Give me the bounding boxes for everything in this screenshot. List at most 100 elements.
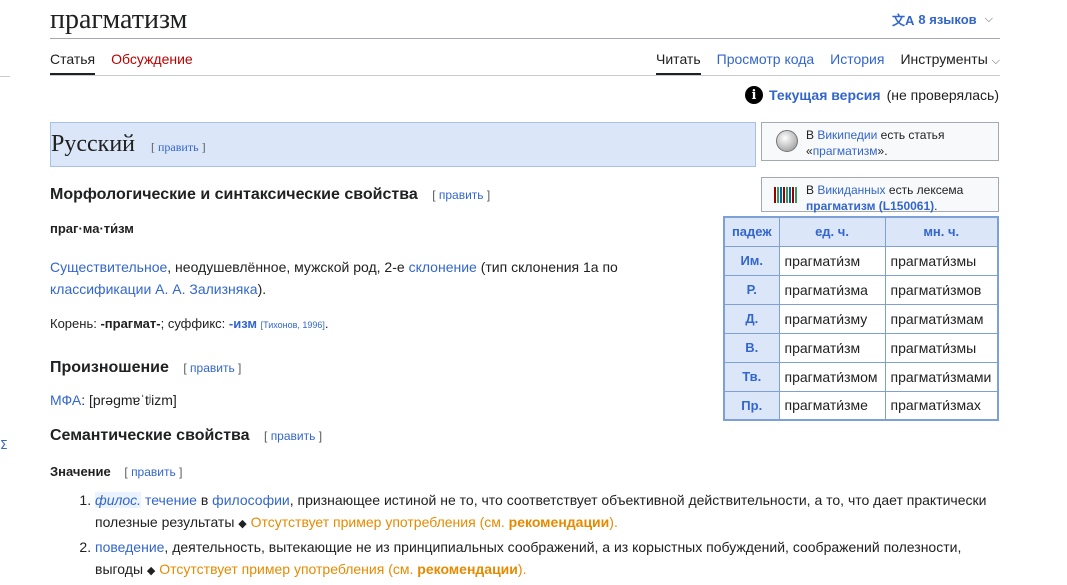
edit-link[interactable]: править — [439, 188, 484, 202]
wikipedia-box: В Википедии есть статья «прагматизм». — [761, 122, 999, 161]
version-note: (не проверялась) — [886, 87, 999, 103]
tabs-divider — [50, 75, 1000, 76]
pos-text2: (тип склонения 1a по — [476, 259, 618, 275]
singular-form: прагмати́зму — [778, 303, 886, 334]
declension-link[interactable]: склонение — [409, 259, 477, 275]
edit-link[interactable]: править — [271, 429, 316, 443]
edit-pronunciation: [ править ] — [183, 361, 242, 375]
language-section-header: Русский [ править ] — [50, 122, 756, 167]
case-label[interactable]: Им. — [723, 245, 780, 276]
missing-example-end: ). — [609, 514, 618, 530]
pos-text1: , неодушевлённое, мужской род, 2-е — [167, 259, 409, 275]
plural-form: прагмати́змам — [884, 303, 999, 334]
wikipedia-globe-icon — [776, 130, 798, 152]
table-row: Пр. прагмати́зме прагмати́змах — [723, 390, 999, 421]
singular-form: прагмати́зме — [778, 390, 886, 421]
plural-form: прагмати́змов — [884, 274, 999, 305]
chevron-down-icon: ⌵ — [984, 13, 993, 25]
edit-link[interactable]: править — [131, 465, 176, 479]
recommendations-link[interactable]: рекомендации — [417, 561, 518, 577]
missing-example-text: Отсутствует пример употребления (см. — [250, 514, 509, 530]
semantics-heading-text: Семантические свойства — [50, 427, 250, 444]
table-row: Им. прагмати́зм прагмати́змы — [723, 245, 999, 276]
root-label: Корень: — [50, 316, 101, 331]
plural-form: прагмати́змами — [884, 361, 999, 392]
meaning-heading: Значение [ править ] — [50, 464, 182, 479]
sidebar-toggle-icon[interactable]: ⵉ — [0, 438, 8, 452]
case-label[interactable]: Пр. — [723, 390, 780, 421]
singular-form: прагмати́змом — [778, 361, 886, 392]
wikidata-link[interactable]: Викиданных — [817, 183, 885, 197]
field-label-link[interactable]: филос. — [95, 492, 142, 508]
ipa-link[interactable]: МФА — [50, 392, 81, 408]
tab-article[interactable]: Статья — [50, 51, 96, 75]
diamond-icon: ◆ — [238, 518, 247, 530]
root-value: -прагмат- — [100, 316, 161, 331]
list-item: филос. течение в философии, признающее и… — [95, 489, 995, 535]
language-title: Русский — [51, 131, 135, 157]
zaliznyak-link[interactable]: классификации А. А. Зализняка — [50, 281, 258, 297]
case-label[interactable]: Тв. — [723, 361, 780, 392]
tab-read[interactable]: Читать — [656, 51, 701, 75]
definition-link[interactable]: поведение — [95, 539, 164, 555]
languages-label: 8 языков — [918, 12, 977, 27]
root-end: . — [324, 316, 329, 331]
tab-discussion[interactable]: Обсуждение — [111, 51, 193, 75]
definition-link[interactable]: течение — [145, 492, 197, 508]
wikidata-barcode-icon — [774, 187, 798, 203]
list-item: поведение, деятельность, вытекающие не и… — [95, 536, 995, 582]
tab-tools[interactable]: Инструменты ⌵ — [900, 51, 1000, 75]
noun-link[interactable]: Существительное — [50, 259, 167, 275]
wd-suffix: . — [934, 199, 938, 213]
info-icon: i — [744, 86, 763, 104]
morphology-heading: Морфологические и синтаксические свойств… — [50, 186, 490, 204]
wikipedia-link[interactable]: Википедии — [817, 128, 877, 142]
edit-language-section: [ править ] — [151, 140, 206, 154]
singular-form: прагмати́зм — [778, 332, 886, 363]
header-case[interactable]: падеж — [723, 216, 780, 247]
edit-semantics: [ править ] — [264, 429, 323, 443]
wp-suffix: ». — [877, 144, 888, 158]
view-tabs: Читать Просмотр кода История Инструменты… — [640, 51, 1000, 75]
tab-history[interactable]: История — [830, 51, 884, 75]
suffix-label: ; суффикс: — [160, 316, 229, 331]
pronunciation-heading-text: Произношение — [50, 359, 169, 376]
tools-label: Инструменты — [900, 51, 988, 67]
singular-form: прагмати́зма — [778, 274, 886, 305]
declension-table: падеж ед. ч. мн. ч. Им. прагмати́зм праг… — [723, 216, 999, 421]
case-label[interactable]: Р. — [723, 274, 780, 305]
edit-link[interactable]: править — [158, 140, 199, 154]
wd-prefix: В — [806, 183, 818, 197]
language-title-wrap: Русский [ править ] — [51, 131, 206, 158]
meanings-list: филос. течение в философии, признающее и… — [95, 489, 995, 583]
header-plural[interactable]: мн. ч. — [884, 216, 999, 247]
title-divider — [50, 38, 1000, 39]
pos-text3: ). — [257, 281, 267, 297]
recommendations-link[interactable]: рекомендации — [509, 514, 610, 530]
semantics-heading: Семантические свойства [ править ] — [50, 427, 322, 445]
pronunciation-heading: Произношение [ править ] — [50, 359, 241, 377]
header-singular[interactable]: ед. ч. — [778, 216, 886, 247]
chevron-down-icon: ⌵ — [991, 55, 1000, 67]
missing-example-end: ). — [517, 561, 527, 577]
morphemes: Корень: -прагмат-; суффикс: -изм [Тихоно… — [50, 316, 329, 331]
case-label[interactable]: В. — [723, 332, 780, 363]
source-link[interactable]: [Тихонов, 1996] — [261, 320, 325, 330]
edit-link[interactable]: править — [190, 361, 235, 375]
edit-morphology: [ править ] — [432, 188, 491, 202]
meaning-heading-text: Значение — [50, 464, 111, 479]
philosophy-link[interactable]: философии — [212, 492, 290, 508]
case-label[interactable]: Д. — [723, 303, 780, 334]
wikipedia-article-link[interactable]: прагматизм — [813, 144, 878, 158]
diamond-icon: ◆ — [146, 565, 156, 577]
ipa-text: : [prəɡmɐˈtʲizm] — [81, 392, 177, 408]
suffix-link[interactable]: -изм — [229, 316, 257, 331]
wikidata-box: В Викиданных есть лексема прагматизм (L1… — [761, 177, 999, 213]
plural-form: прагмати́змах — [884, 390, 999, 421]
wikidata-lexeme-link[interactable]: прагматизм (L150061) — [806, 199, 934, 213]
languages-button[interactable]: 文A 8 языков ⌵ — [892, 10, 993, 29]
current-version-link[interactable]: Текущая версия — [769, 87, 881, 103]
part-of-speech: Существительное, неодушевлённое, мужской… — [50, 256, 670, 300]
namespace-tabs: Статья Обсуждение — [50, 51, 209, 75]
tab-view-source[interactable]: Просмотр кода — [717, 51, 815, 75]
